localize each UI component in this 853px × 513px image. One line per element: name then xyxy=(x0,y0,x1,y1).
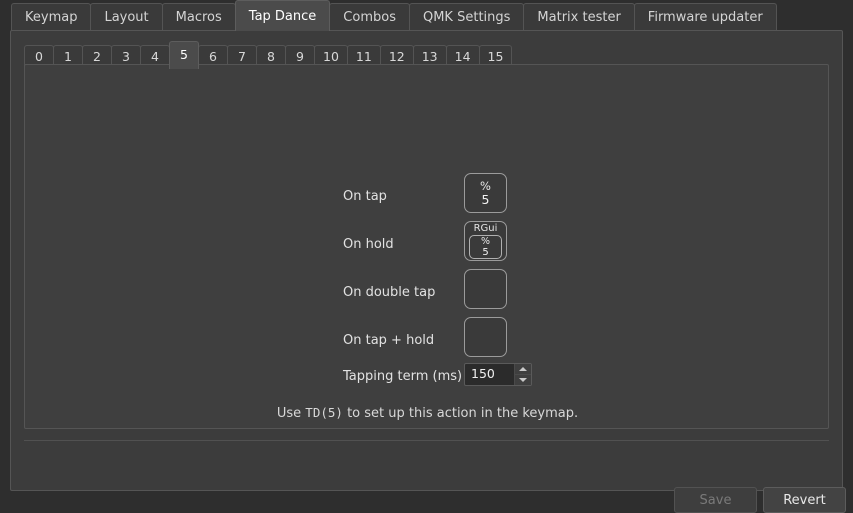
tab-label: Firmware updater xyxy=(647,10,763,25)
on-tap-hold-label: On tap + hold xyxy=(343,333,435,348)
key-modifier-legend: RGui xyxy=(473,223,498,234)
footer-divider xyxy=(24,440,829,441)
index-tab-label: 8 xyxy=(267,49,275,65)
hint-suffix: to set up this action in the keymap. xyxy=(342,406,579,421)
on-hold-label: On hold xyxy=(343,237,394,252)
tab-firmware-updater[interactable]: Firmware updater xyxy=(633,3,777,31)
revert-button[interactable]: Revert xyxy=(763,487,846,513)
index-tab-label: 0 xyxy=(35,49,43,65)
index-tab-label: 15 xyxy=(487,49,504,65)
index-tab-label: 14 xyxy=(454,49,471,65)
index-tab-label: 3 xyxy=(122,49,130,65)
on-hold-key-button[interactable]: RGui % 5 xyxy=(464,221,507,261)
footer-bar: Save Revert xyxy=(11,440,846,513)
tab-tap-dance[interactable]: Tap Dance xyxy=(234,0,331,31)
tab-matrix-tester[interactable]: Matrix tester xyxy=(523,3,635,31)
index-tab-label: 4 xyxy=(151,49,159,65)
revert-button-label: Revert xyxy=(783,492,826,508)
index-tab-label: 12 xyxy=(388,49,405,65)
key-bottom-legend: 5 xyxy=(482,246,489,258)
index-tab-label: 9 xyxy=(296,49,304,65)
on-double-tap-label: On double tap xyxy=(343,285,436,300)
tab-label: Tap Dance xyxy=(248,8,317,24)
spinner-down-icon[interactable] xyxy=(515,375,531,385)
index-tab-label: 7 xyxy=(238,49,246,65)
tapping-term-label: Tapping term (ms) xyxy=(343,369,463,384)
tab-combos[interactable]: Combos xyxy=(329,3,410,31)
app-tab-bar: Keymap Layout Macros Tap Dance Combos QM… xyxy=(0,0,853,31)
keymap-hint-text: Use TD(5) to set up this action in the k… xyxy=(25,405,830,421)
save-button[interactable]: Save xyxy=(674,487,757,513)
key-bottom-legend: 5 xyxy=(481,191,490,207)
tab-label: Combos xyxy=(343,10,396,25)
inner-key: % 5 xyxy=(469,235,502,259)
save-button-label: Save xyxy=(699,492,732,508)
tap-dance-form: On tap % 5 On hold RGui % 5 On double ta… xyxy=(25,65,830,430)
tab-label: Layout xyxy=(104,10,149,25)
index-tab-label: 13 xyxy=(421,49,438,65)
spinner-arrows xyxy=(514,364,531,385)
tab-macros[interactable]: Macros xyxy=(161,3,236,31)
index-tab-label: 2 xyxy=(93,49,101,65)
on-tap-key-button[interactable]: % 5 xyxy=(464,173,507,213)
tab-label: Matrix tester xyxy=(537,10,621,25)
key-top-legend: % xyxy=(480,178,491,193)
tap-dance-panel: 0 1 2 3 4 5 6 7 8 9 10 11 12 13 14 15 On… xyxy=(10,30,846,513)
tab-keymap[interactable]: Keymap xyxy=(11,3,92,31)
tab-qmk-settings[interactable]: QMK Settings xyxy=(408,3,525,31)
index-tab-label: 6 xyxy=(209,49,217,65)
tab-label: Macros xyxy=(175,10,222,25)
hint-code: TD(5) xyxy=(305,405,343,420)
on-tap-hold-key-button[interactable] xyxy=(464,317,507,357)
index-tab-label: 1 xyxy=(64,49,72,65)
tab-label: QMK Settings xyxy=(422,10,511,25)
index-tab-label: 5 xyxy=(180,47,188,63)
on-tap-label: On tap xyxy=(343,189,387,204)
tap-dance-content-pane: On tap % 5 On hold RGui % 5 On double ta… xyxy=(24,64,829,429)
key-top-legend: % xyxy=(480,235,491,247)
tapping-term-stepper[interactable]: 150 xyxy=(464,363,532,386)
sidebar-item-td-5[interactable]: 5 xyxy=(169,41,199,69)
tapping-term-input[interactable]: 150 xyxy=(465,368,514,381)
tab-layout[interactable]: Layout xyxy=(90,3,163,31)
tab-label: Keymap xyxy=(25,10,78,25)
on-double-tap-key-button[interactable] xyxy=(464,269,507,309)
index-tab-label: 10 xyxy=(323,49,339,65)
spinner-up-icon[interactable] xyxy=(515,364,531,375)
index-tab-label: 11 xyxy=(355,49,372,65)
hint-prefix: Use xyxy=(276,406,306,421)
